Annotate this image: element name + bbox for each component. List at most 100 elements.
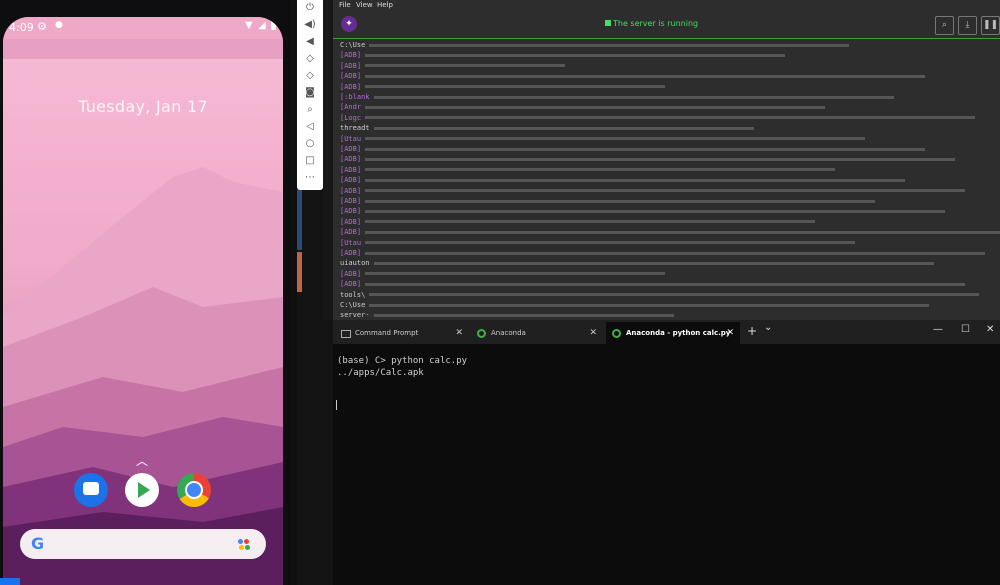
log-line: [ADB] <box>340 51 786 61</box>
log-prefix: [ADB] <box>340 176 362 185</box>
redacted-log-text <box>365 220 816 224</box>
redacted-log-text <box>365 168 836 172</box>
chrome-app-icon[interactable] <box>177 473 211 507</box>
text-cursor <box>336 400 337 410</box>
redacted-log-text <box>365 85 666 89</box>
android-emulator-screen: 4:09 ⚙ ● ▼ ◢ Tuesday, Jan 17 ︿ G <box>0 0 290 585</box>
download-logs-icon[interactable]: ⤓ <box>958 16 977 35</box>
log-prefix: server- <box>340 311 370 320</box>
redacted-log-text <box>373 313 674 317</box>
overview-icon[interactable]: □ <box>297 153 323 169</box>
rotate-right-icon[interactable]: ◇ <box>297 68 323 84</box>
log-line: [ADB] <box>340 83 666 93</box>
rotate-left-icon[interactable]: ◇ <box>297 51 323 67</box>
emulator-toolbar: ⏻ ◀) ◀ ◇ ◇ ◙ ⌕ ◁ ○ □ ⋯ <box>297 0 323 190</box>
tab-label: Anaconda <box>491 329 526 337</box>
log-line: [:blank <box>340 93 894 103</box>
volume-up-icon[interactable]: ◀) <box>297 17 323 33</box>
redacted-log-text <box>373 261 934 265</box>
appium-header: ✦ The server is running ⌕ ⤓ ❚❚ <box>333 10 1000 39</box>
taskbar-indicator <box>0 578 20 585</box>
log-line: [ADB] <box>340 186 966 197</box>
log-prefix: [Logc <box>340 113 362 122</box>
home-icon[interactable]: ○ <box>297 136 323 152</box>
log-prefix: [ADB] <box>340 280 362 289</box>
server-log[interactable]: C:\Use [ADB] [ADB] [ADB] [ADB] [:blank [Andr [L… <box>333 39 1000 320</box>
play-store-app-icon[interactable] <box>125 473 159 507</box>
lockscreen-date: Tuesday, Jan 17 <box>78 97 208 116</box>
home-screen[interactable]: 4:09 ⚙ ● ▼ ◢ Tuesday, Jan 17 ︿ G <box>3 17 283 585</box>
close-tab-icon[interactable]: ✕ <box>589 322 597 344</box>
terminal-tab-bar: Command Prompt ✕ Anaconda ✕ Anaconda - p… <box>333 320 1000 344</box>
google-search-bar[interactable]: G <box>20 529 266 559</box>
menu-view[interactable]: View <box>356 1 373 9</box>
redacted-log-text <box>369 303 930 307</box>
terminal-output[interactable]: (base) C> python calc.py ../apps/Calc.ap… <box>333 344 1000 585</box>
assistant-icon[interactable] <box>238 539 250 551</box>
status-bar: 4:09 ⚙ ● ▼ ◢ <box>3 17 283 39</box>
log-line: [ADB] <box>340 207 946 217</box>
menu-help[interactable]: Help <box>377 1 393 9</box>
log-prefix: [ADB] <box>340 228 362 237</box>
tab-label: Anaconda - python calc.py <box>626 329 731 337</box>
minimize-button[interactable]: — <box>933 324 943 335</box>
log-prefix: [ADB] <box>340 269 362 278</box>
log-prefix: C:\Use <box>340 301 366 309</box>
log-line: uiauton <box>340 259 934 269</box>
maximize-button[interactable]: ☐ <box>961 324 970 335</box>
new-tab-button[interactable]: + <box>747 324 757 338</box>
tab-anaconda-python-calc[interactable]: Anaconda - python calc.py ✕ <box>606 322 740 344</box>
terminal-line: ../apps/Calc.apk <box>337 368 424 378</box>
log-prefix: [ADB] <box>340 217 362 226</box>
more-icon[interactable]: ⋯ <box>297 170 323 186</box>
menu-file[interactable]: File <box>339 1 351 9</box>
background-window-edge <box>323 0 333 320</box>
app-drawer-up-arrow-icon[interactable]: ︿ <box>136 452 148 469</box>
search-logs-icon[interactable]: ⌕ <box>935 16 954 35</box>
server-status-text: The server is running <box>613 19 699 28</box>
log-line: [ADB] <box>340 197 876 207</box>
tab-dropdown-icon[interactable]: ⌄ <box>764 322 772 333</box>
log-line: [Andr <box>340 103 826 113</box>
redacted-log-text <box>365 272 666 276</box>
log-prefix: [ADB] <box>340 61 362 70</box>
status-indicator-icon <box>605 20 611 26</box>
log-prefix: [ADB] <box>340 249 362 257</box>
pause-icon[interactable]: ❚❚ <box>981 16 1000 35</box>
redacted-log-text <box>365 282 966 286</box>
close-tab-icon[interactable]: ✕ <box>726 322 734 344</box>
back-icon[interactable]: ◁ <box>297 119 323 135</box>
redacted-log-text <box>365 64 566 68</box>
log-line: [ADB] <box>340 176 906 186</box>
volume-down-icon[interactable]: ◀ <box>297 34 323 50</box>
redacted-log-text <box>369 43 850 47</box>
google-g-icon: G <box>31 534 45 553</box>
log-line: [ADB] <box>340 155 956 165</box>
anaconda-icon <box>612 329 621 338</box>
redacted-log-text <box>365 157 956 161</box>
appium-logo-icon: ✦ <box>341 16 357 32</box>
window-gap <box>290 0 297 585</box>
log-line: [ADB] <box>340 166 836 176</box>
log-prefix: [ADB] <box>340 72 362 81</box>
log-prefix: [ADB] <box>340 186 362 195</box>
redacted-log-text <box>365 53 786 57</box>
close-button[interactable]: ✕ <box>986 324 994 335</box>
messages-app-icon[interactable] <box>74 473 108 507</box>
tab-command-prompt[interactable]: Command Prompt ✕ <box>335 322 469 344</box>
log-line: C:\Use <box>340 301 930 311</box>
log-prefix: [ADB] <box>340 155 362 164</box>
camera-icon[interactable]: ◙ <box>297 85 323 101</box>
notification-dot-icon: ● <box>55 20 63 30</box>
log-line: threadt <box>340 124 754 134</box>
log-prefix: tools\ <box>340 290 366 299</box>
close-tab-icon[interactable]: ✕ <box>455 322 463 344</box>
log-prefix: [ADB] <box>340 51 362 60</box>
redacted-log-text <box>365 137 866 141</box>
zoom-icon[interactable]: ⌕ <box>297 102 323 118</box>
tab-anaconda[interactable]: Anaconda ✕ <box>471 322 603 344</box>
log-line: [ADB] <box>340 228 1000 238</box>
log-line: [ADB] <box>340 72 926 82</box>
log-line: [ADB] <box>340 217 816 228</box>
power-icon[interactable]: ⏻ <box>297 0 323 16</box>
